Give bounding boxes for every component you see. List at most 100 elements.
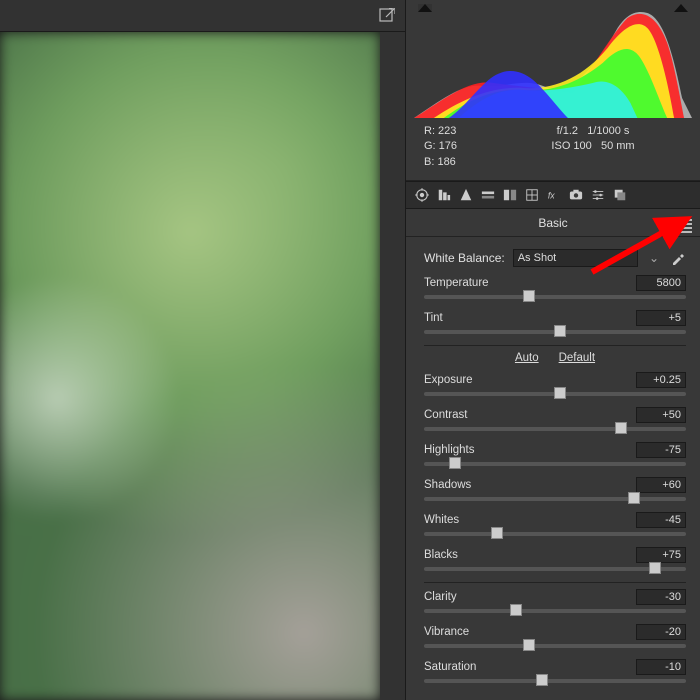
highlights-slider[interactable] [424,461,686,467]
exposure-label: Exposure [424,374,636,386]
tab-snapshots-icon[interactable] [610,186,630,204]
vibrance-value[interactable]: -20 [636,624,686,640]
image-viewer [0,0,405,700]
app-root: R: 223 G: 176 B: 186 f/1.2 1/1000 s ISO … [0,0,700,700]
auto-link[interactable]: Auto [515,352,539,364]
shadows-row: Shadows+60 [424,477,686,493]
separator [424,345,686,346]
tint-thumb[interactable] [554,325,566,337]
tab-detail-icon[interactable] [456,186,476,204]
exif-focal: 50 mm [601,140,635,152]
highlights-row: Highlights-75 [424,442,686,458]
temperature-row: Temperature5800 [424,275,686,291]
exposure-slider[interactable] [424,391,686,397]
tint-slider[interactable] [424,329,686,335]
temperature-slider[interactable] [424,294,686,300]
whites-slider[interactable] [424,531,686,537]
highlights-label: Highlights [424,444,636,456]
tab-hsl-icon[interactable] [478,186,498,204]
shadows-label: Shadows [424,479,636,491]
vibrance-slider[interactable] [424,643,686,649]
panel-header: Basic [406,209,700,237]
shadows-slider[interactable] [424,496,686,502]
tab-fx-icon[interactable]: fx [544,186,564,204]
highlights-track [424,462,686,466]
saturation-row: Saturation-10 [424,659,686,675]
viewer-toolbar [0,0,405,32]
exposure-row: Exposure+0.25 [424,372,686,388]
clarity-track [424,609,686,613]
vibrance-label: Vibrance [424,626,636,638]
saturation-thumb[interactable] [536,674,548,686]
blacks-value[interactable]: +75 [636,547,686,563]
tint-label: Tint [424,312,636,324]
tab-basic-icon[interactable] [412,186,432,204]
clarity-slider[interactable] [424,608,686,614]
export-icon[interactable] [379,8,395,24]
clarity-row: Clarity-30 [424,589,686,605]
whites-thumb[interactable] [491,527,503,539]
clarity-thumb[interactable] [510,604,522,616]
vibrance-thumb[interactable] [523,639,535,651]
blacks-slider[interactable] [424,566,686,572]
highlights-thumb[interactable] [449,457,461,469]
clarity-label: Clarity [424,591,636,603]
histogram-svg [414,8,692,118]
rgb-r: R: 223 [424,124,504,139]
wb-select[interactable]: As Shot [513,249,638,267]
exposure-value[interactable]: +0.25 [636,372,686,388]
rgb-b: B: 186 [424,155,504,170]
temperature-thumb[interactable] [523,290,535,302]
clarity-value[interactable]: -30 [636,589,686,605]
rgb-readout: R: 223 G: 176 B: 186 [424,124,504,170]
white-balance-row: White Balance: As Shot ⌄ [424,249,686,267]
whites-track [424,532,686,536]
histogram[interactable] [414,0,692,118]
saturation-slider[interactable] [424,678,686,684]
chevron-down-icon[interactable]: ⌄ [646,251,662,265]
contrast-track [424,427,686,431]
contrast-thumb[interactable] [615,422,627,434]
separator [424,582,686,583]
contrast-label: Contrast [424,409,636,421]
basic-panel: White Balance: As Shot ⌄ Temperature5800… [406,237,700,700]
exif-aperture: f/1.2 [557,125,578,137]
tint-value[interactable]: +5 [636,310,686,326]
blacks-track [424,567,686,571]
tab-curve-icon[interactable] [434,186,454,204]
vibrance-row: Vibrance-20 [424,624,686,640]
image-canvas[interactable] [0,32,380,700]
contrast-slider[interactable] [424,426,686,432]
histogram-meta: R: 223 G: 176 B: 186 f/1.2 1/1000 s ISO … [414,118,692,180]
saturation-value[interactable]: -10 [636,659,686,675]
tint-row: Tint+5 [424,310,686,326]
temperature-track [424,295,686,299]
contrast-row: Contrast+50 [424,407,686,423]
whites-value[interactable]: -45 [636,512,686,528]
develop-panel: R: 223 G: 176 B: 186 f/1.2 1/1000 s ISO … [405,0,700,700]
wb-label: White Balance: [424,251,505,265]
shadows-thumb[interactable] [628,492,640,504]
shadows-value[interactable]: +60 [636,477,686,493]
tab-lens-icon[interactable] [522,186,542,204]
default-link[interactable]: Default [559,352,595,364]
shadows-track [424,497,686,501]
blacks-label: Blacks [424,549,636,561]
svg-text:fx: fx [548,191,555,201]
saturation-track [424,679,686,683]
panel-menu-icon[interactable] [678,217,692,235]
exif-iso: ISO 100 [551,140,591,152]
tab-split-icon[interactable] [500,186,520,204]
tab-calibration-icon[interactable] [566,186,586,204]
vibrance-track [424,644,686,648]
temperature-value[interactable]: 5800 [636,275,686,291]
eyedropper-icon[interactable] [670,250,686,266]
whites-row: Whites-45 [424,512,686,528]
panel-iconbar: fx [406,181,700,209]
highlights-value[interactable]: -75 [636,442,686,458]
histogram-panel: R: 223 G: 176 B: 186 f/1.2 1/1000 s ISO … [406,0,700,181]
tab-presets-icon[interactable] [588,186,608,204]
contrast-value[interactable]: +50 [636,407,686,423]
blacks-thumb[interactable] [649,562,661,574]
exposure-thumb[interactable] [554,387,566,399]
